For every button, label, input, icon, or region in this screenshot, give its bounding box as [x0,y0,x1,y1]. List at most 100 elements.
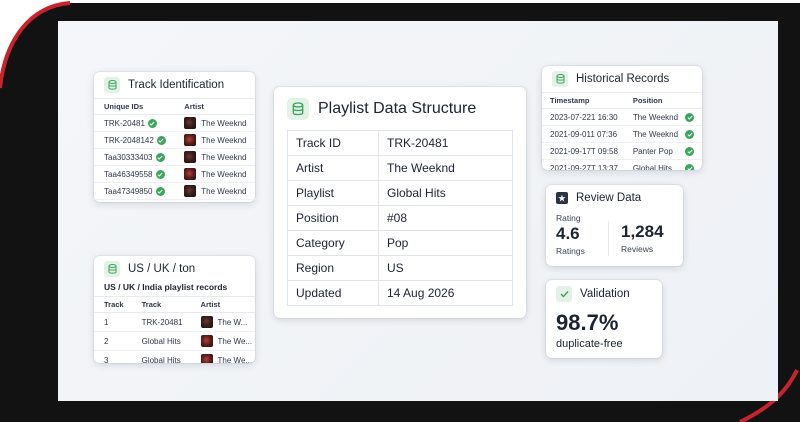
row-number: 1 [94,312,132,332]
table-row: TRK-2048142 The Weeknd [94,131,255,149]
column-header: Artist [190,297,255,313]
track-cell: Global Hits [131,331,191,351]
field-value: 14 Aug 2026 [387,286,455,300]
track-id-table: Unique IDs Artist TRK-20481 The Weeknd TRK… [94,99,255,200]
validation-value: 98.7% [556,310,619,335]
table-row: 3 Global Hits The We... [94,350,255,363]
avatar-icon [184,185,197,197]
field-row: Category Pop [287,230,513,256]
artist-cell-wrap: The Weeknd [184,151,247,163]
card-header: Track Identification [94,72,255,99]
field-row: Position #08 [287,205,513,231]
field-value: TRK-20481 [378,130,513,156]
database-icon [287,98,309,120]
avatar-icon [184,151,197,163]
row-number: 3 [94,350,132,363]
artist-name: The Weeknd [201,186,247,196]
card-header: Validation [546,280,662,308]
validation-caption: duplicate-free [556,338,623,350]
check-icon [685,163,694,170]
playlist-fields-table: Track ID TRK-20481 Artist The Weeknd Playlis… [287,130,513,306]
table-row: Taa30333403 The Weeknd [94,148,255,166]
card-title: Validation [580,288,630,300]
position-cell-wrap: The Weeknd [633,112,694,122]
id-cell: TRK-20481 [94,114,175,132]
field-row: Updated 14 Aug 2026 [287,280,513,306]
track-id: Taa47349850 [104,186,153,196]
track-cell: TRK-20481 [131,312,191,332]
artist-cell: The Weeknd [174,114,255,132]
regional-records-card: US / UK / ton US / UK / India playlist r… [94,256,255,363]
field-value: Global Hits [378,180,513,206]
card-header: Historical Records [542,66,702,93]
artist-cell: The W... [190,312,255,332]
id-cell-wrap: Taa47349850 [104,186,166,196]
table-row: Taa46349558 The Weeknd [94,165,255,183]
card-subtitle: US / UK / India playlist records [94,282,255,297]
avatar-icon [200,316,213,328]
id-cell-wrap: Taa30333403 [104,152,166,162]
artist-cell-wrap: The W... [200,316,253,328]
card-title: Track Identification [128,79,225,91]
check-icon [155,152,165,162]
database-icon [104,77,120,93]
check-icon [685,112,694,122]
artist-name: The Weeknd [201,118,247,128]
field-row: Region US [287,255,513,281]
table-row: 1 TRK-20481 The W... [94,312,255,332]
position-cell: Panter Pop [630,142,702,160]
timestamp-cell: 2021-09-17T 09:58 [542,142,631,160]
card-title: Playlist Data Structure [318,100,477,117]
position-text: The Weeknd [632,129,679,139]
column-header: Unique IDs [94,99,175,115]
timestamp-cell: 2021-09-011 07:36 [542,125,631,143]
row-number: 2 [94,331,132,351]
field-value: Pop [378,230,513,256]
field-key: Position [287,205,379,231]
rating-stat: Rating 4.6 Ratings [556,213,608,256]
track-cell: Global Hits [131,350,191,363]
validation-card: Validation 98.7% duplicate-free [546,280,662,358]
check-icon [156,135,166,145]
column-header: Artist [174,99,255,115]
timestamp-cell: 2021-09-27T 13:37 [542,159,631,170]
card-title: Review Data [576,192,642,204]
field-value: #08 [378,205,513,231]
id-cell: TRK-2048142 [94,131,175,149]
database-icon [552,71,568,87]
id-cell-wrap: Taa46349558 [104,169,166,179]
card-title: Historical Records [576,73,670,85]
avatar-icon [200,335,213,347]
position-cell-wrap: Panter Pop [632,146,694,156]
check-square-icon [556,286,572,302]
artist-cell: The Weeknd [174,131,255,149]
column-header: Track [131,297,191,313]
star-icon: ★ [556,192,568,204]
field-key: Category [287,230,379,256]
check-icon [147,118,157,128]
track-id: Taa46349558 [104,169,153,179]
reviews-caption: Reviews [621,244,654,254]
card-title: US / UK / ton [128,263,196,275]
artist-cell: The Weeknd [174,148,255,166]
reviews-value: 1,284 [621,222,664,241]
field-value: The Weeknd [378,155,513,181]
card-header: US / UK / ton [94,256,255,282]
card-header: ★ Review Data [546,185,683,211]
check-icon [155,169,165,179]
table-row: 2023-07-221 16:30 The Weeknd [542,108,702,126]
card-header: Playlist Data Structure [274,87,526,131]
avatar-icon [184,168,197,180]
artist-name: The We... [217,336,253,346]
field-row: Track ID TRK-20481 [287,130,513,156]
historical-table: Timestamp Position 2023-07-221 16:30 The … [542,93,702,170]
position-text: Panter Pop [632,146,673,156]
table-row: 2 Global Hits The We... [94,331,255,351]
avatar-icon [184,117,197,129]
artist-cell-wrap: The We... [200,335,253,347]
artist-cell: The We... [190,350,255,363]
rating-value: 4.6 [556,224,580,243]
avatar-icon [184,134,197,146]
field-key: Updated [287,280,379,306]
artist-cell-wrap: The Weeknd [184,185,247,197]
